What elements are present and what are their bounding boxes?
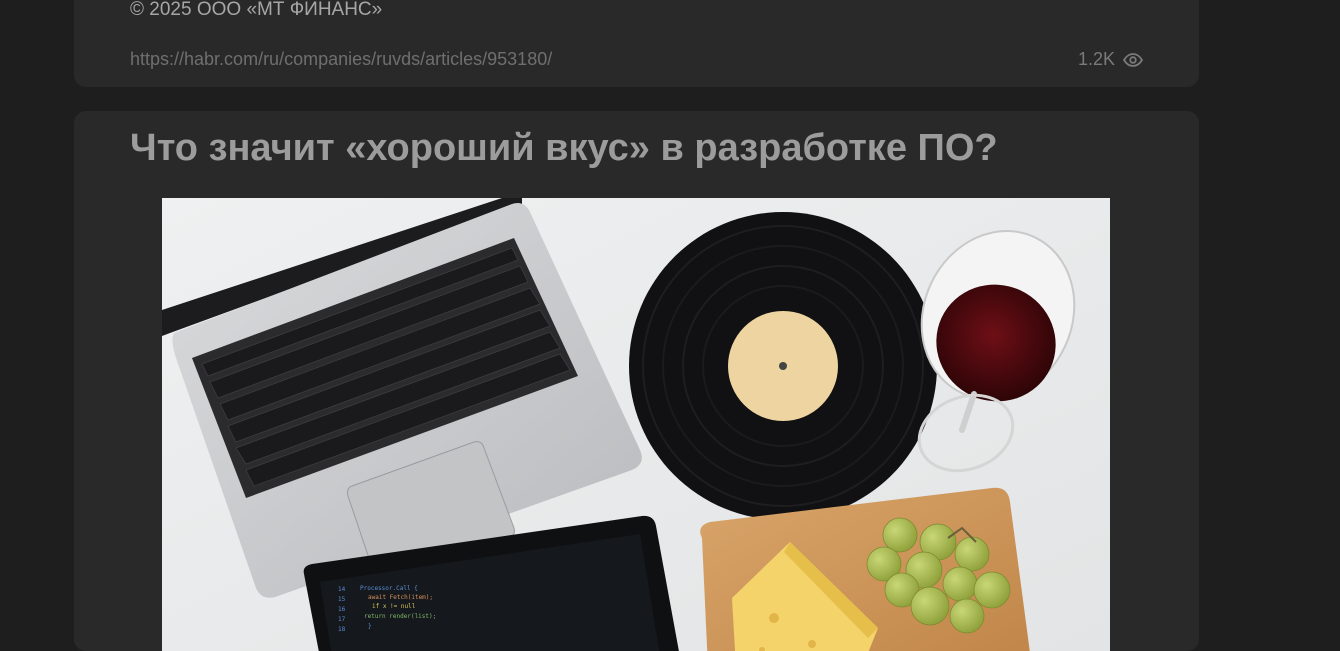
copyright-text: © 2025 ООО «МТ ФИНАНС» — [130, 0, 383, 20]
svg-text:18: 18 — [338, 626, 346, 633]
svg-text:14: 14 — [338, 586, 346, 593]
views-counter: 1.2K — [1078, 49, 1143, 70]
eye-icon — [1123, 52, 1143, 67]
cover-image[interactable]: 14 Processor.Call { 15 await Fetch(item); … — [162, 198, 1110, 651]
post-url-link[interactable]: https://habr.com/ru/companies/ruvds/arti… — [130, 49, 552, 70]
svg-text:16: 16 — [338, 606, 346, 613]
svg-text:Processor.Call {: Processor.Call { — [360, 585, 418, 592]
post-title[interactable]: Что значит «хороший вкус» в разработке П… — [130, 127, 998, 170]
views-count: 1.2K — [1077, 49, 1115, 69]
svg-text:await Fetch(item);: await Fetch(item); — [368, 594, 433, 601]
post-card: Что значит «хороший вкус» в разработке П… — [74, 111, 1199, 651]
svg-text:}: } — [368, 623, 372, 630]
svg-text:15: 15 — [338, 596, 346, 603]
svg-text:if x != null: if x != null — [372, 603, 416, 610]
previous-post-card: © 2025 ООО «МТ ФИНАНС» https://habr.com/… — [74, 0, 1199, 87]
svg-text:return render(list);: return render(list); — [364, 613, 436, 620]
svg-text:17: 17 — [338, 616, 346, 623]
